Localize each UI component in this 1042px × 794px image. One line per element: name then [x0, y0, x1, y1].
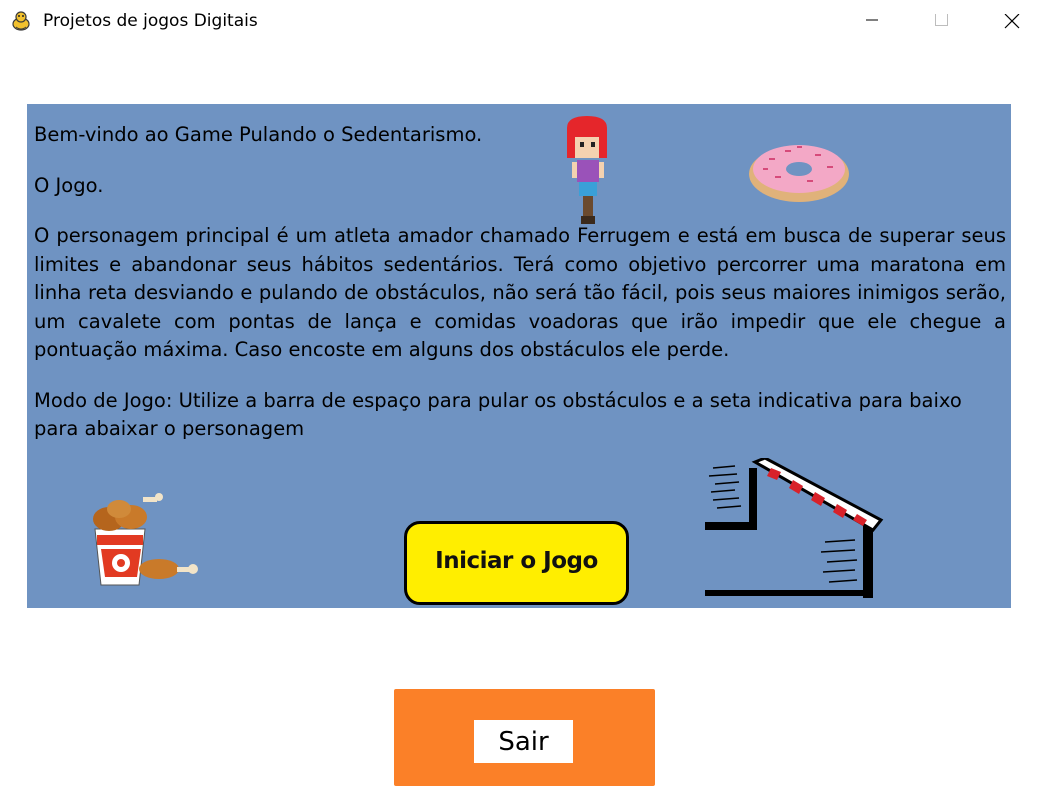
exit-button[interactable]: Sair — [394, 689, 655, 786]
start-game-button[interactable]: Iniciar o Jogo — [404, 521, 629, 605]
game-heading: O Jogo. — [34, 173, 104, 197]
game-mode-text: Modo de Jogo: Utilize a barra de espaço … — [34, 388, 962, 441]
exit-label-box: Sair — [474, 720, 573, 763]
maximize-button[interactable] — [918, 0, 964, 44]
instructions-panel: Bem-vindo ao Game Pulando o Sedentarismo… — [27, 104, 1011, 608]
donut-sprite — [749, 145, 849, 202]
start-game-label: Iniciar o Jogo — [435, 548, 598, 574]
close-icon — [1004, 14, 1020, 29]
exit-label: Sair — [498, 727, 549, 757]
fried-chicken-bucket-sprite — [93, 493, 198, 586]
minimize-button[interactable] — [849, 0, 895, 44]
character-sprite — [567, 116, 607, 224]
window-title: Projetos de jogos Digitais — [43, 11, 258, 31]
close-button[interactable] — [989, 0, 1035, 44]
instructions-text: Bem-vindo ao Game Pulando o Sedentarismo… — [34, 121, 1006, 466]
game-description: O personagem principal é um atleta amado… — [34, 224, 1006, 361]
title-bar: Projetos de jogos Digitais — [0, 0, 1042, 44]
minimize-icon — [866, 19, 878, 21]
hurdle-sprite — [705, 458, 884, 598]
welcome-text: Bem-vindo ao Game Pulando o Sedentarismo… — [34, 123, 483, 146]
pygame-snake-icon — [12, 11, 30, 31]
maximize-icon — [935, 14, 948, 26]
